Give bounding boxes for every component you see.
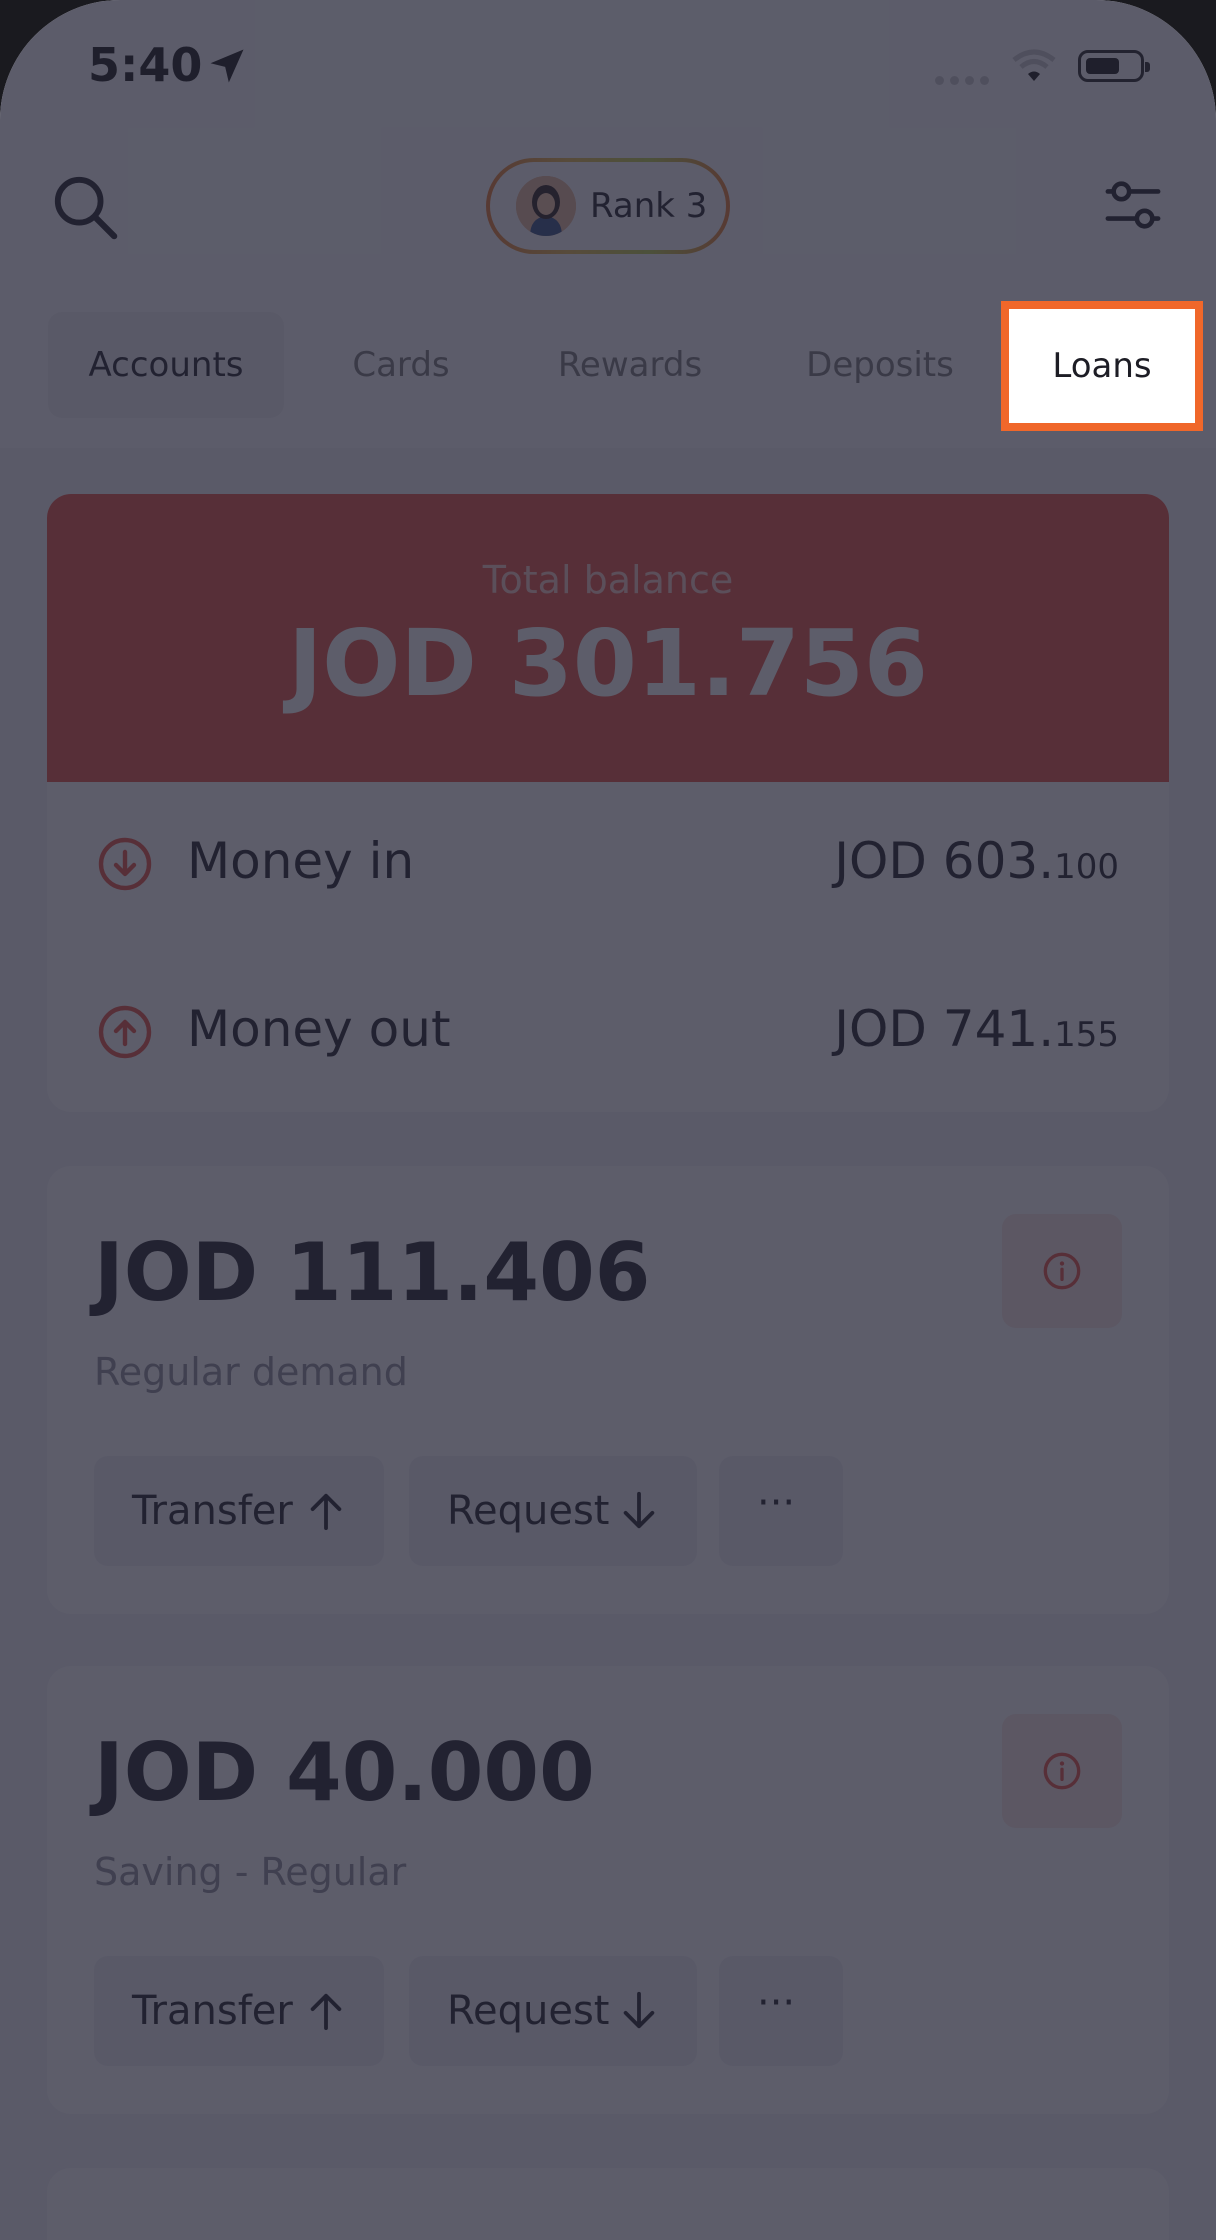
arrow-up-icon bbox=[310, 1493, 342, 1531]
transfer-button[interactable]: Transfer bbox=[94, 1456, 384, 1566]
arrow-down-icon bbox=[623, 1491, 655, 1529]
account-card[interactable] bbox=[47, 2168, 1169, 2240]
battery-icon bbox=[1078, 50, 1150, 82]
location-arrow-icon bbox=[210, 49, 244, 83]
money-out-label: Money out bbox=[187, 1000, 451, 1058]
avatar bbox=[516, 176, 576, 236]
signal-icon bbox=[935, 70, 995, 89]
arrow-up-icon bbox=[310, 1993, 342, 2031]
status-time: 5:40 bbox=[88, 38, 203, 92]
info-button[interactable] bbox=[1002, 1214, 1122, 1328]
account-card[interactable]: JOD 111.406 Regular demand Transfer Requ… bbox=[47, 1166, 1169, 1614]
arrow-down-icon bbox=[623, 1991, 655, 2029]
more-icon: ··· bbox=[757, 1480, 796, 1526]
account-balance: JOD 40.000 bbox=[94, 1726, 595, 1819]
more-button[interactable]: ··· bbox=[719, 1456, 843, 1566]
tab-cards[interactable]: Cards bbox=[318, 312, 484, 418]
tab-rewards[interactable]: Rewards bbox=[530, 312, 730, 418]
search-icon[interactable] bbox=[50, 172, 120, 242]
money-in-label: Money in bbox=[187, 832, 415, 890]
request-button[interactable]: Request bbox=[409, 1456, 697, 1566]
rank-label: Rank 3 bbox=[590, 186, 708, 226]
transfer-button[interactable]: Transfer bbox=[94, 1956, 384, 2066]
info-button[interactable] bbox=[1002, 1714, 1122, 1828]
money-in-row[interactable]: Money in JOD 603.100 bbox=[47, 790, 1169, 940]
account-balance: JOD 111.406 bbox=[94, 1226, 651, 1319]
account-type: Saving - Regular bbox=[94, 1850, 407, 1894]
total-balance-value: JOD 301.756 bbox=[288, 610, 928, 717]
more-icon: ··· bbox=[757, 1980, 796, 2026]
request-button[interactable]: Request bbox=[409, 1956, 697, 2066]
status-bar: 5:40 bbox=[0, 0, 1216, 130]
tab-accounts[interactable]: Accounts bbox=[48, 312, 284, 418]
tab-deposits[interactable]: Deposits bbox=[780, 312, 980, 418]
account-card[interactable]: JOD 40.000 Saving - Regular Transfer Req… bbox=[47, 1666, 1169, 2114]
wifi-icon bbox=[1012, 49, 1056, 81]
info-icon bbox=[1043, 1752, 1081, 1790]
accounts-content: Total balance JOD 301.756 Money in JOD 6… bbox=[0, 448, 1216, 2240]
arrow-up-circle-icon bbox=[98, 1005, 152, 1059]
arrow-down-circle-icon bbox=[98, 837, 152, 891]
money-in-amount: JOD 603.100 bbox=[834, 832, 1119, 890]
money-out-row[interactable]: Money out JOD 741.155 bbox=[47, 958, 1169, 1108]
tab-loans[interactable]: Loans bbox=[1001, 301, 1203, 431]
info-icon bbox=[1043, 1252, 1081, 1290]
filter-icon[interactable] bbox=[1104, 176, 1162, 234]
rank-badge[interactable]: Rank 3 bbox=[486, 158, 730, 254]
more-button[interactable]: ··· bbox=[719, 1956, 843, 2066]
total-balance-label: Total balance bbox=[482, 558, 734, 602]
phone-screen: 5:40 Rank 3 Accounts Cards Rewards Depos… bbox=[0, 0, 1216, 2240]
summary-card: Total balance JOD 301.756 Money in JOD 6… bbox=[47, 494, 1169, 1112]
account-type: Regular demand bbox=[94, 1350, 408, 1394]
total-balance-banner: Total balance JOD 301.756 bbox=[47, 494, 1169, 782]
money-out-amount: JOD 741.155 bbox=[834, 1000, 1119, 1058]
